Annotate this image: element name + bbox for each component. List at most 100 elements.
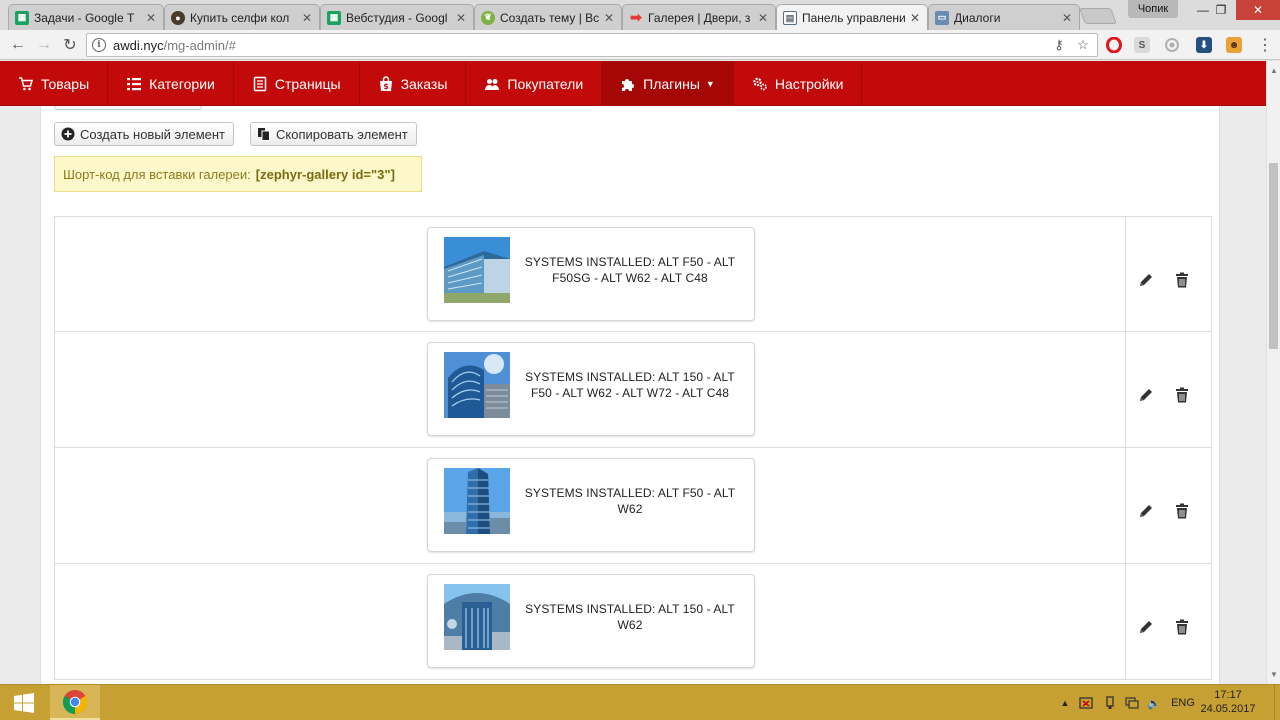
close-icon[interactable]: ✕: [603, 11, 615, 25]
url-host: awdi.nyc: [113, 38, 164, 53]
close-icon[interactable]: ✕: [301, 11, 313, 25]
windows-taskbar: ▲ 🔈 ENG 17:17 24.05.2017: [0, 684, 1280, 720]
gallery-item-caption: SYSTEMS INSTALLED: ALT F50 - ALT W62: [524, 486, 736, 516]
download-extension-icon[interactable]: ⬇: [1196, 37, 1212, 53]
nav-label: Заказы: [400, 75, 448, 92]
nav-label: Товары: [41, 75, 90, 92]
close-icon[interactable]: ✕: [145, 11, 157, 25]
gallery-item-card[interactable]: SYSTEMS INSTALLED: ALT F50 - ALT W62: [427, 458, 755, 552]
scroll-up-icon[interactable]: ▲: [1267, 63, 1280, 77]
browser-tab-2[interactable]: ● Купить селфи кол ✕: [164, 4, 320, 30]
table-row: SYSTEMS INSTALLED: ALT F50 - ALT W62: [54, 448, 1212, 564]
trash-icon[interactable]: [1174, 271, 1190, 289]
restore-icon[interactable]: ❐: [1206, 0, 1236, 20]
face-extension-icon[interactable]: ☻: [1226, 37, 1242, 53]
copy-icon: [257, 127, 271, 141]
window-close-icon[interactable]: ✕: [1236, 0, 1280, 20]
tray-expand-icon[interactable]: ▲: [1058, 694, 1072, 712]
nav-item-settings[interactable]: Настройки: [734, 61, 863, 106]
nav-item-categories[interactable]: Категории: [108, 61, 234, 106]
nav-item-products[interactable]: Товары: [0, 61, 109, 106]
windows-start-icon[interactable]: [0, 685, 48, 720]
opera-icon[interactable]: [1106, 37, 1122, 53]
browser-tab-7[interactable]: ▭ Диалоги ✕: [928, 4, 1080, 30]
gallery-item-caption: SYSTEMS INSTALLED: ALT 150 - ALT W62: [525, 602, 735, 632]
forward-icon[interactable]: →: [34, 35, 54, 55]
gallery-item-caption: SYSTEMS INSTALLED: ALT 150 - ALT F50 - A…: [525, 370, 735, 400]
close-icon[interactable]: ✕: [909, 11, 921, 25]
taskbar-clock[interactable]: 17:17 24.05.2017: [1196, 688, 1260, 716]
page-scrollbar[interactable]: ▲ ▼: [1266, 61, 1280, 684]
chrome-icon: [62, 689, 88, 714]
tab-title: Задачи - Google Т: [34, 10, 135, 25]
address-bar[interactable]: i awdi.nyc/mg-admin/# ⚷ ☆: [86, 33, 1098, 57]
gallery-item-card[interactable]: SYSTEMS INSTALLED: ALT F50 - ALT F50SG -…: [427, 227, 755, 321]
close-icon[interactable]: ✕: [1061, 11, 1073, 25]
gallery-thumbnail: [444, 584, 510, 650]
chat-icon: ▭: [935, 10, 949, 25]
circle-extension-icon[interactable]: [1164, 37, 1180, 53]
edit-icon[interactable]: [1138, 386, 1154, 404]
reload-icon[interactable]: ↻: [60, 35, 80, 55]
browser-tab-6[interactable]: ▤ Панель управлени ✕: [776, 4, 928, 31]
chrome-taskbar-button[interactable]: [50, 685, 100, 720]
hidden-button[interactable]: [54, 106, 202, 110]
browser-menu-icon[interactable]: ⋮: [1257, 36, 1273, 54]
browser-tab-4[interactable]: ❦ Создать тему | Все ✕: [474, 4, 622, 30]
column-divider: [1125, 564, 1126, 679]
close-icon[interactable]: ✕: [455, 11, 467, 25]
shortcode-label: Шорт-код для вставки галереи:: [63, 166, 251, 182]
copy-element-label: Скопировать элемент: [276, 126, 408, 142]
trash-icon[interactable]: [1174, 386, 1190, 404]
url-text: awdi.nyc/mg-admin/#: [113, 38, 236, 53]
nav-item-orders[interactable]: $ Заказы: [360, 61, 467, 106]
clock-date: 24.05.2017: [1200, 703, 1256, 715]
nav-item-plugins[interactable]: Плагины ▼: [602, 61, 734, 106]
shortcode-notice: Шорт-код для вставки галереи: [zephyr-ga…: [54, 156, 422, 192]
nav-label: Категории: [149, 75, 215, 92]
plus-circle-icon: [61, 127, 75, 141]
gallery-item-card[interactable]: SYSTEMS INSTALLED: ALT 150 - ALT F50 - A…: [427, 342, 755, 436]
browser-tab-5[interactable]: ➡ Галерея | Двери, з ✕: [622, 4, 776, 30]
tray-app-icon[interactable]: [1078, 694, 1094, 712]
svg-text:$: $: [383, 82, 389, 91]
close-icon[interactable]: ✕: [757, 11, 769, 25]
column-divider: [1125, 217, 1126, 331]
tray-usb-icon[interactable]: [1102, 694, 1118, 712]
shortcode-value[interactable]: [zephyr-gallery id="3"]: [256, 167, 395, 182]
volume-icon[interactable]: 🔈: [1146, 694, 1162, 712]
table-row: SYSTEMS INSTALLED: ALT 150 - ALT W62: [54, 564, 1212, 680]
key-icon[interactable]: ⚷: [1051, 37, 1067, 53]
gallery-item-card[interactable]: SYSTEMS INSTALLED: ALT 150 - ALT W62: [427, 574, 755, 668]
tray-network-icon[interactable]: [1124, 694, 1140, 712]
gallery-item-caption: SYSTEMS INSTALLED: ALT F50 - ALT F50SG -…: [524, 255, 736, 285]
edit-icon[interactable]: [1138, 502, 1154, 520]
copy-element-button[interactable]: Скопировать элемент: [250, 122, 417, 146]
leaf-icon: ❦: [481, 10, 495, 25]
language-indicator[interactable]: ENG: [1168, 694, 1198, 712]
nav-item-customers[interactable]: Покупатели: [466, 61, 603, 106]
clock-time: 17:17: [1214, 689, 1242, 701]
create-element-button[interactable]: Создать новый элемент: [54, 122, 235, 146]
tab-title: Галерея | Двери, з: [648, 10, 751, 25]
trash-icon[interactable]: [1174, 618, 1190, 636]
scrollbar-thumb[interactable]: [1269, 163, 1278, 349]
info-icon[interactable]: i: [92, 38, 106, 52]
admin-nav: Товары Категории Страницы $ Заказы Покуп…: [0, 61, 1266, 106]
nav-label: Страницы: [274, 75, 341, 92]
new-tab-button[interactable]: [1079, 8, 1117, 24]
show-desktop-button[interactable]: [1274, 685, 1280, 720]
browser-tab-3[interactable]: ▦ Вебстудия - Googl ✕: [320, 4, 474, 30]
edit-icon[interactable]: [1138, 618, 1154, 636]
scroll-down-icon[interactable]: ▼: [1267, 667, 1280, 681]
s-extension-icon[interactable]: S: [1134, 37, 1150, 53]
edit-icon[interactable]: [1138, 271, 1154, 289]
profile-button[interactable]: Чопик: [1128, 0, 1178, 18]
browser-tab-1[interactable]: ▦ Задачи - Google Т ✕: [8, 4, 164, 30]
nav-item-pages[interactable]: Страницы: [234, 61, 360, 106]
trash-icon[interactable]: [1174, 502, 1190, 520]
main-content: Создать новый элемент Скопировать элемен…: [0, 106, 1266, 684]
back-icon[interactable]: ←: [8, 35, 28, 55]
star-icon[interactable]: ☆: [1075, 37, 1091, 53]
sheets-icon: ▦: [15, 10, 29, 25]
